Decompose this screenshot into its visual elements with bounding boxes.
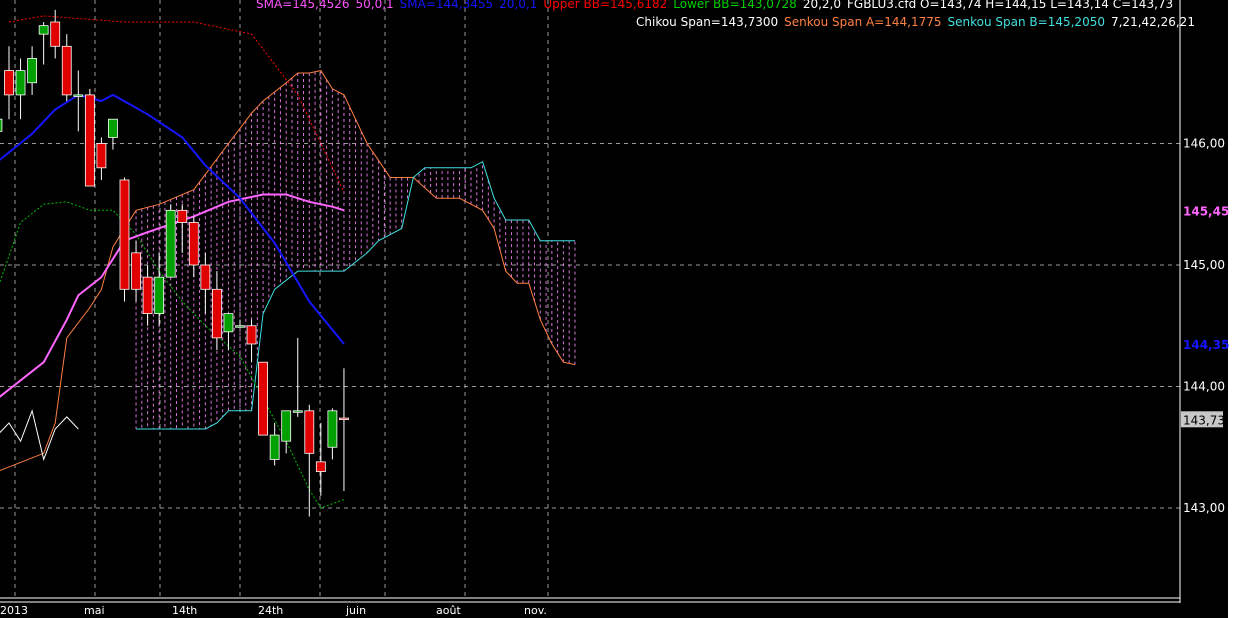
candle-down [50, 21, 61, 47]
ichimoku-chart[interactable]: 146,00 145,00 144,00 143,00 145,45 144,35 143,… [0, 0, 1237, 618]
x-tick-label: mai [84, 604, 105, 617]
x-tick-label: 14th [172, 604, 197, 617]
x-tick-label: juin [345, 604, 366, 617]
chart-background [0, 0, 1237, 618]
candle-up [38, 25, 49, 35]
y-tick-label: 143,00 [1183, 501, 1225, 515]
legend-entry: 20,2,0 [803, 0, 841, 11]
candle-down [211, 288, 222, 339]
candle-down [131, 252, 141, 290]
candle-down [4, 70, 14, 96]
x-tick-label: 24th [258, 604, 283, 617]
candle-down [84, 94, 95, 187]
x-tick-label: août [436, 604, 461, 617]
candle-up [223, 313, 234, 333]
value-tag: 145,45 [1183, 204, 1229, 218]
legend-entry: SMA=145,4526 [256, 0, 350, 11]
candle-down [188, 222, 199, 266]
candle-up [27, 58, 38, 84]
candle-down [142, 276, 153, 314]
candle-down [177, 209, 188, 223]
y-tick-label: 145,00 [1183, 258, 1225, 272]
legend-entry: Chikou Span=143,7300 [636, 15, 778, 29]
candle-down [96, 143, 107, 169]
candle-up [281, 410, 292, 442]
candle-up [327, 410, 338, 448]
candle-up [15, 70, 26, 96]
legend-entry: Senkou Span A=144,1775 [784, 15, 941, 29]
candle-up [269, 434, 280, 460]
candle-up [165, 209, 176, 278]
legend-entry: 7,21,42,26,21 [1111, 15, 1195, 29]
last-price-label: 143,73 [1183, 413, 1225, 427]
candle-down [339, 417, 349, 420]
legend-entry: 20,0,1 [499, 0, 537, 11]
candle-down [315, 461, 326, 472]
candle-up [154, 276, 165, 314]
x-tick-label: 2013 [0, 604, 28, 617]
candle-down [61, 45, 72, 96]
legend-entry: FGBLU3.cfd O=143,74 H=144,15 L=143,14 C=… [847, 0, 1173, 11]
candle-down [258, 361, 269, 436]
candle-up [292, 410, 303, 413]
candle-up [73, 94, 84, 97]
candle-up [235, 325, 245, 328]
right-scrollbar [1228, 0, 1237, 618]
legend-entry: Senkou Span B=145,2050 [948, 15, 1105, 29]
candle-up [108, 118, 118, 138]
legend-entry: 50,0,1 [356, 0, 394, 11]
x-tick-label: nov. [524, 604, 547, 617]
candle-down [119, 179, 130, 290]
candle-up [0, 118, 3, 132]
legend-entry: SMA=144,3455 [400, 0, 494, 11]
y-tick-label: 144,00 [1183, 380, 1225, 394]
value-tag: 144,35 [1183, 338, 1229, 352]
y-tick-label: 146,00 [1183, 137, 1225, 151]
legend-entry: Lower BB=143,0728 [673, 0, 797, 11]
candle-down [304, 410, 315, 454]
candle-down [200, 264, 211, 290]
candle-down [246, 325, 257, 345]
chart-container: 146,00 145,00 144,00 143,00 145,45 144,35 143,… [0, 0, 1237, 618]
legend-entry: Upper BB=145,6182 [543, 0, 667, 11]
